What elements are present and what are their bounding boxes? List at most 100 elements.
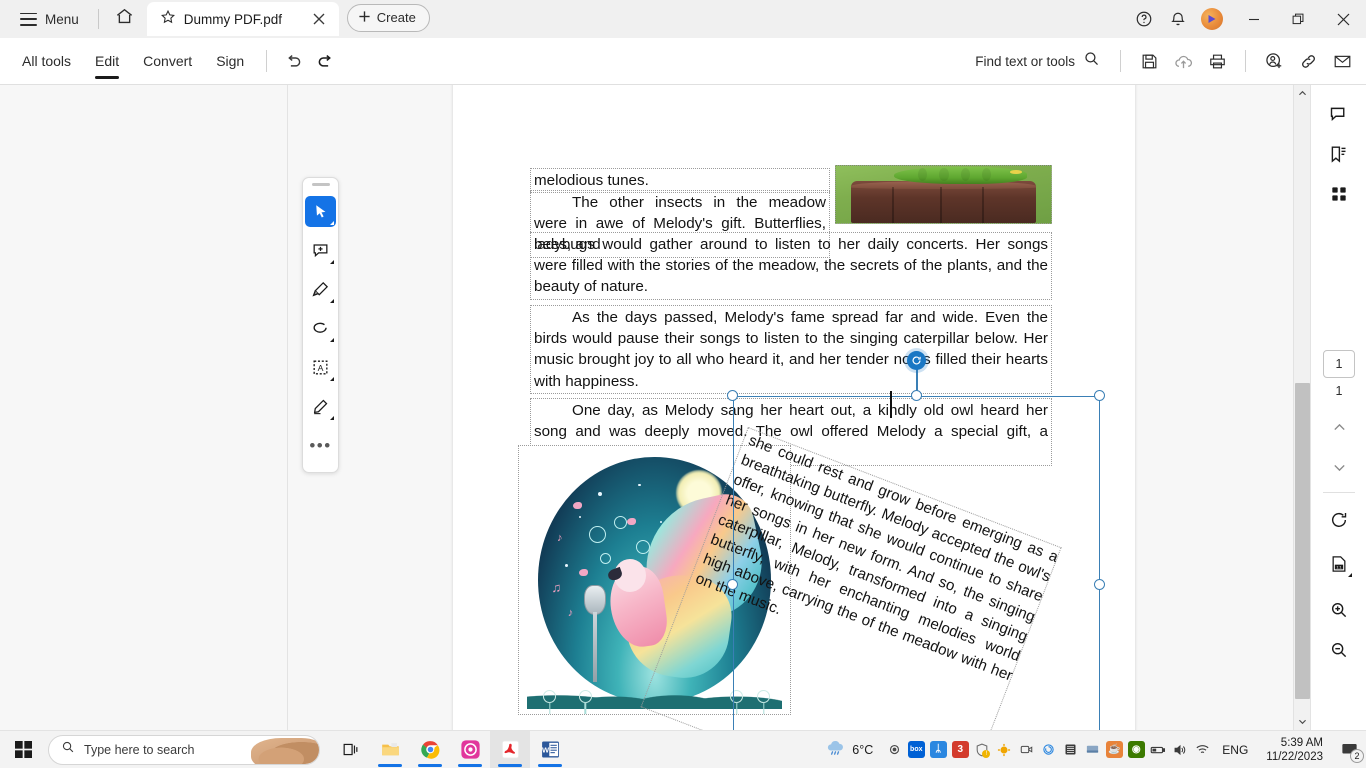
storage-tray-icon[interactable] — [1059, 731, 1081, 768]
bookmark-icon[interactable] — [1322, 137, 1356, 171]
divider — [1323, 492, 1355, 493]
actual-size-icon[interactable]: 1:1 — [1322, 547, 1356, 581]
close-icon[interactable] — [309, 9, 329, 29]
cloud-upload-icon[interactable] — [1167, 45, 1199, 77]
weather-widget[interactable]: 6°C — [815, 731, 883, 768]
tab-convert-label: Convert — [143, 53, 193, 69]
volume-tray-icon[interactable] — [1169, 731, 1191, 768]
zoom-out-icon[interactable] — [1322, 633, 1356, 667]
star-icon[interactable] — [160, 9, 176, 30]
scroll-down-button[interactable] — [1294, 713, 1311, 730]
selection-handle-middle-right[interactable] — [1094, 578, 1105, 590]
save-icon[interactable] — [1133, 45, 1165, 77]
mail-icon[interactable] — [1326, 45, 1358, 77]
bluetooth-tray-icon[interactable]: ᛦ — [927, 731, 949, 768]
language-indicator[interactable]: ENG — [1213, 731, 1257, 768]
document-tab[interactable]: Dummy PDF.pdf — [146, 2, 339, 36]
more-tools-button[interactable]: ••• — [305, 430, 336, 461]
minimize-button[interactable] — [1231, 0, 1276, 38]
fill-sign-tool-button[interactable] — [305, 391, 336, 422]
selection-handle-top-right[interactable] — [1094, 390, 1105, 401]
rotate-icon[interactable] — [1322, 503, 1356, 537]
taskbar-app-file-explorer[interactable] — [370, 731, 410, 768]
clock-time: 5:39 AM — [1280, 736, 1323, 749]
help-circle-icon[interactable] — [1129, 4, 1159, 34]
text-block-3[interactable]: As the days passed, Melody's fame spread… — [530, 305, 1052, 394]
tab-edit[interactable]: Edit — [83, 38, 131, 85]
menu-button-label: Menu — [45, 11, 79, 27]
calendar-tray-icon[interactable]: 3 — [949, 731, 971, 768]
lasso-tool-button[interactable] — [305, 313, 336, 344]
home-button[interactable] — [108, 3, 141, 35]
highlight-tool-button[interactable] — [305, 274, 336, 305]
taskbar-app-microsoft-word[interactable]: W — [530, 731, 570, 768]
edit-text-image-tool-button[interactable]: A — [305, 352, 336, 383]
notification-icon[interactable]: 2 — [1332, 731, 1366, 768]
display-tray-icon[interactable] — [1081, 731, 1103, 768]
menu-button[interactable]: Menu — [10, 7, 89, 32]
pdf-page[interactable]: melodious tunes. The other insects in th… — [453, 85, 1135, 730]
scroll-up-button[interactable] — [1294, 85, 1311, 102]
create-button[interactable]: Create — [346, 3, 430, 32]
clock[interactable]: 5:39 AM 11/22/2023 — [1257, 731, 1332, 768]
text-block-2[interactable]: ladybugs would gather around to listen t… — [530, 232, 1052, 300]
next-page-button[interactable] — [1322, 450, 1356, 484]
title-bar: Menu Dummy PDF.pdf Create — [0, 0, 1366, 38]
previous-page-button[interactable] — [1322, 410, 1356, 444]
scrollbar-thumb[interactable] — [1295, 383, 1310, 699]
redo-icon[interactable] — [309, 45, 341, 77]
rotate-handle-icon[interactable] — [907, 351, 926, 370]
print-icon[interactable] — [1201, 45, 1233, 77]
camera-tray-icon[interactable] — [1015, 731, 1037, 768]
comment-icon[interactable] — [1322, 97, 1356, 131]
create-button-label: Create — [376, 10, 416, 25]
windows-start-icon[interactable] — [0, 731, 46, 768]
battery-tray-icon[interactable] — [1147, 731, 1169, 768]
text-block-2-content: ladybugs would gather around to listen t… — [534, 236, 1048, 296]
tab-convert[interactable]: Convert — [131, 38, 204, 85]
tab-all-tools[interactable]: All tools — [10, 38, 83, 85]
box-logo: box — [907, 741, 925, 758]
avatar[interactable] — [1197, 4, 1227, 34]
selection-handle-middle-left[interactable] — [727, 578, 738, 590]
box-tray-icon[interactable]: box — [905, 731, 927, 768]
toolbar-drag-handle[interactable] — [311, 183, 330, 186]
text-block-3-content: As the days passed, Melody's fame spread… — [534, 309, 1048, 390]
divider — [1245, 50, 1246, 72]
document-view[interactable]: melodious tunes. The other insects in th… — [288, 85, 1366, 730]
document-scrollbar[interactable] — [1293, 85, 1311, 730]
caterpillar-photo[interactable] — [835, 165, 1052, 224]
nvidia-tray-icon[interactable]: ◉ — [1125, 731, 1147, 768]
page-number-input[interactable]: 1 — [1323, 350, 1355, 378]
chevron-down-icon — [330, 338, 334, 342]
comment-tool-button[interactable] — [305, 235, 336, 266]
java-tray-icon[interactable]: ☕ — [1103, 731, 1125, 768]
sync-tray-icon[interactable] — [1037, 731, 1059, 768]
security-warning-tray-icon[interactable]: ! — [971, 731, 993, 768]
taskbar-app-adobe-acrobat[interactable] — [490, 730, 530, 768]
undo-icon[interactable] — [277, 45, 309, 77]
taskbar-app-creative-cloud[interactable] — [450, 731, 490, 768]
tab-sign[interactable]: Sign — [204, 38, 256, 85]
link-icon[interactable] — [1292, 45, 1324, 77]
task-view-icon[interactable] — [330, 731, 370, 768]
maximize-button[interactable] — [1276, 0, 1321, 38]
select-tool-button[interactable] — [305, 196, 336, 227]
zoom-in-icon[interactable] — [1322, 593, 1356, 627]
update-tray-icon[interactable] — [993, 731, 1015, 768]
window-close-button[interactable] — [1321, 0, 1366, 38]
calendar-glyph: 3 — [951, 741, 969, 758]
add-person-icon[interactable] — [1258, 45, 1290, 77]
find-tools-button[interactable]: Find text or tools — [967, 46, 1108, 76]
chevron-down-icon — [330, 377, 334, 381]
wifi-tray-icon[interactable] — [1191, 731, 1213, 768]
bell-icon[interactable] — [1163, 4, 1193, 34]
taskbar-app-google-chrome[interactable] — [410, 731, 450, 768]
selection-bounding-box[interactable] — [733, 396, 1100, 730]
selection-handle-top-center[interactable] — [910, 390, 922, 401]
page-thumbnails-icon[interactable] — [1322, 177, 1356, 211]
creative-cloud-tray-icon[interactable] — [883, 731, 905, 768]
search-input[interactable]: Type here to search — [48, 734, 320, 765]
selection-handle-top-left[interactable] — [727, 390, 738, 401]
svg-text:A: A — [318, 363, 324, 373]
